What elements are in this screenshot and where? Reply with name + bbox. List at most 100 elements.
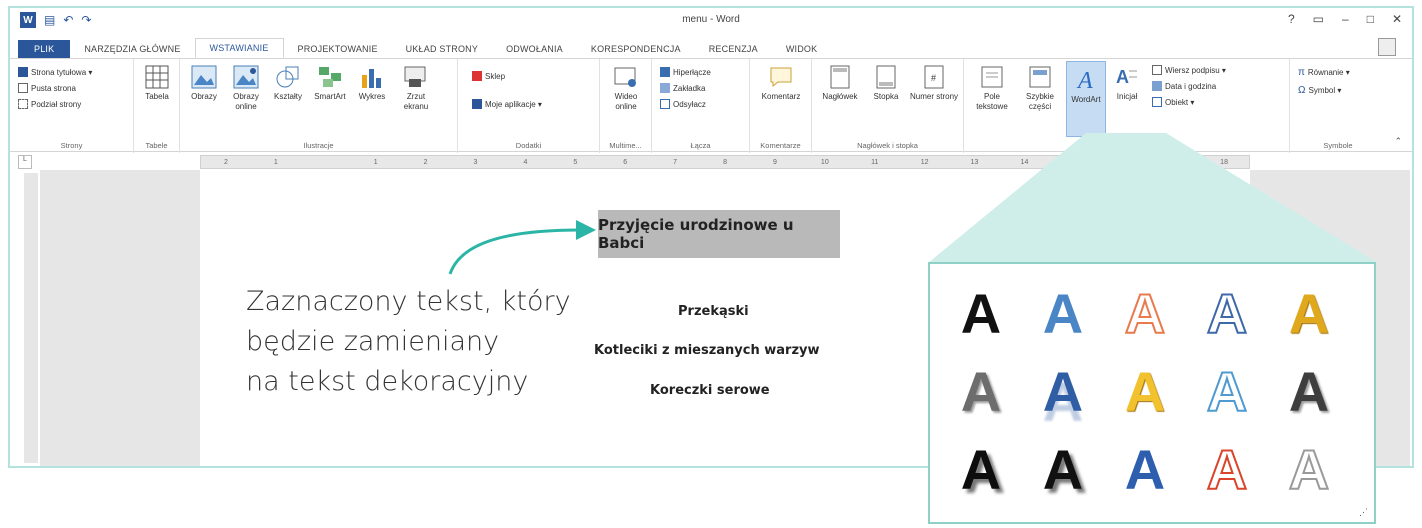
- my-apps-label: Moje aplikacje ▾: [485, 99, 542, 109]
- help-icon[interactable]: ?: [1288, 12, 1295, 26]
- date-time-button[interactable]: Data i godzina: [1152, 81, 1216, 91]
- page-break-button[interactable]: Podział strony: [18, 99, 81, 109]
- ruler-tick-label: 10: [820, 158, 829, 166]
- callout-text: Zaznaczony tekst, który będzie zamienian…: [246, 282, 571, 402]
- window-title: menu - Word: [682, 14, 740, 25]
- text-box-label: Pole tekstowe: [976, 92, 1008, 111]
- wordart-yellow-fill[interactable]: A: [1104, 352, 1186, 430]
- footer-button[interactable]: Stopka: [864, 65, 908, 102]
- header-icon: [830, 65, 850, 89]
- tab-insert[interactable]: WSTAWIANIE: [194, 38, 284, 58]
- screenshot-icon: [404, 66, 426, 87]
- tab-references[interactable]: ODWOŁANIA: [492, 40, 577, 58]
- hyperlink-button[interactable]: Hiperłącze: [660, 67, 711, 77]
- footer-icon: [876, 65, 896, 89]
- comment-button[interactable]: Komentarz: [756, 65, 806, 102]
- user-avatar-icon[interactable]: [1378, 38, 1396, 56]
- comment-icon: [770, 67, 792, 88]
- symbol-button[interactable]: Ω Symbol ▾: [1298, 85, 1341, 96]
- object-label: Obiekt ▾: [1165, 97, 1195, 107]
- drop-cap-button[interactable]: A Inicjał: [1110, 65, 1144, 102]
- close-icon[interactable]: ✕: [1392, 12, 1402, 26]
- screenshot-button[interactable]: Zrzut ekranu: [396, 65, 436, 112]
- blank-page-button[interactable]: Pusta strona: [18, 83, 76, 93]
- ruler-tick-label: 4: [523, 158, 528, 166]
- ruler-tick-label: 5: [573, 158, 578, 166]
- ruler-tick-label: 11: [871, 158, 879, 166]
- wordart-blue-bevel[interactable]: A: [1104, 430, 1186, 508]
- bookmark-label: Zakładka: [673, 83, 706, 93]
- group-media-label: Multime...: [609, 141, 642, 150]
- wordart-blue-fill[interactable]: A: [1022, 274, 1104, 352]
- quick-parts-button[interactable]: Szybkie części: [1018, 65, 1062, 112]
- minimize-icon[interactable]: –: [1342, 12, 1349, 26]
- wordart-black-fill[interactable]: A: [940, 274, 1022, 352]
- shapes-button[interactable]: Kształty: [268, 65, 308, 102]
- document-line[interactable]: Kotleciki z mieszanych warzyw: [594, 343, 820, 358]
- online-pictures-button[interactable]: Obrazy online: [226, 65, 266, 112]
- tab-design[interactable]: PROJEKTOWANIE: [284, 40, 392, 58]
- bookmark-icon: [660, 83, 670, 93]
- page-number-button[interactable]: # Numer strony: [910, 65, 958, 102]
- page-number-label: Numer strony: [910, 92, 959, 101]
- resize-grip-icon[interactable]: ⋰: [1359, 507, 1368, 518]
- text-box-button[interactable]: Pole tekstowe: [970, 65, 1014, 112]
- store-icon: [472, 71, 482, 81]
- signature-line-button[interactable]: Wiersz podpisu ▾: [1152, 65, 1226, 75]
- wordart-dark-gradient[interactable]: A: [1268, 352, 1350, 430]
- wordart-orange-outline[interactable]: A: [1104, 274, 1186, 352]
- wordart-blue-reflection[interactable]: A: [1022, 352, 1104, 430]
- store-button[interactable]: Sklep: [472, 71, 505, 81]
- selected-title-text[interactable]: Przyjęcie urodzinowe u Babci: [598, 210, 840, 258]
- online-pictures-label: Obrazy online: [233, 92, 259, 111]
- cover-page-icon: [18, 67, 28, 77]
- tab-selector[interactable]: L: [18, 155, 32, 169]
- pictures-button[interactable]: Obrazy: [184, 65, 224, 102]
- cross-reference-button[interactable]: Odsyłacz: [660, 99, 706, 109]
- tab-file[interactable]: PLIK: [18, 40, 71, 58]
- document-line[interactable]: Koreczki serowe: [650, 383, 770, 398]
- window-controls: ? ▭ – □ ✕: [1288, 12, 1402, 26]
- wordart-label: WordArt: [1071, 95, 1101, 104]
- tab-home[interactable]: NARZĘDZIA GŁÓWNE: [70, 40, 194, 58]
- table-button[interactable]: Tabela: [140, 65, 174, 102]
- object-button[interactable]: Obiekt ▾: [1152, 97, 1194, 107]
- online-pictures-icon: [233, 65, 259, 89]
- tab-mailings[interactable]: KORESPONDENCJA: [577, 40, 695, 58]
- ribbon-display-icon[interactable]: ▭: [1313, 12, 1324, 26]
- cross-reference-label: Odsyłacz: [673, 99, 706, 109]
- wordart-gallery-grid: AAAAAAAAAAAAAAA: [940, 274, 1350, 508]
- date-time-label: Data i godzina: [1165, 81, 1217, 91]
- comment-label: Komentarz: [761, 92, 801, 101]
- online-video-button[interactable]: Wideo online: [606, 65, 646, 112]
- wordart-red-outline[interactable]: A: [1186, 430, 1268, 508]
- wordart-lightblue-outline[interactable]: A: [1186, 352, 1268, 430]
- bookmark-button[interactable]: Zakładka: [660, 83, 705, 93]
- maximize-icon[interactable]: □: [1367, 12, 1374, 26]
- group-illustrations-label: Ilustracje: [303, 141, 334, 150]
- wordart-gold-fill[interactable]: A: [1268, 274, 1350, 352]
- cover-page-button[interactable]: Strona tytułowa ▾: [18, 67, 92, 77]
- document-line[interactable]: Przekąski: [678, 304, 749, 319]
- my-apps-button[interactable]: Moje aplikacje ▾: [472, 99, 542, 109]
- chart-button[interactable]: Wykres: [352, 65, 392, 102]
- blank-page-icon: [18, 83, 28, 93]
- group-links-label: Łącza: [690, 141, 711, 150]
- tab-review[interactable]: RECENZJA: [695, 40, 772, 58]
- wordart-silver-outline[interactable]: A: [1268, 430, 1350, 508]
- wordart-black-shadow[interactable]: A: [940, 430, 1022, 508]
- wordart-black-bold[interactable]: A: [1022, 430, 1104, 508]
- group-media: Wideo online Multime...: [600, 59, 652, 153]
- drop-cap-label: Inicjał: [1116, 92, 1138, 101]
- wordart-blue-outline[interactable]: A: [1186, 274, 1268, 352]
- page-number-icon: #: [924, 65, 944, 89]
- header-button[interactable]: Nagłówek: [818, 65, 862, 102]
- collapse-ribbon-icon[interactable]: ⌃: [1394, 136, 1402, 147]
- ruler-tick-label: 7: [673, 158, 678, 166]
- group-pages-label: Strony: [60, 141, 83, 150]
- equation-button[interactable]: π Równanie ▾: [1298, 67, 1350, 78]
- tab-layout[interactable]: UKŁAD STRONY: [392, 40, 492, 58]
- wordart-gray-gradient[interactable]: A: [940, 352, 1022, 430]
- smartart-button[interactable]: SmartArt: [310, 65, 350, 102]
- tab-view[interactable]: WIDOK: [772, 40, 832, 58]
